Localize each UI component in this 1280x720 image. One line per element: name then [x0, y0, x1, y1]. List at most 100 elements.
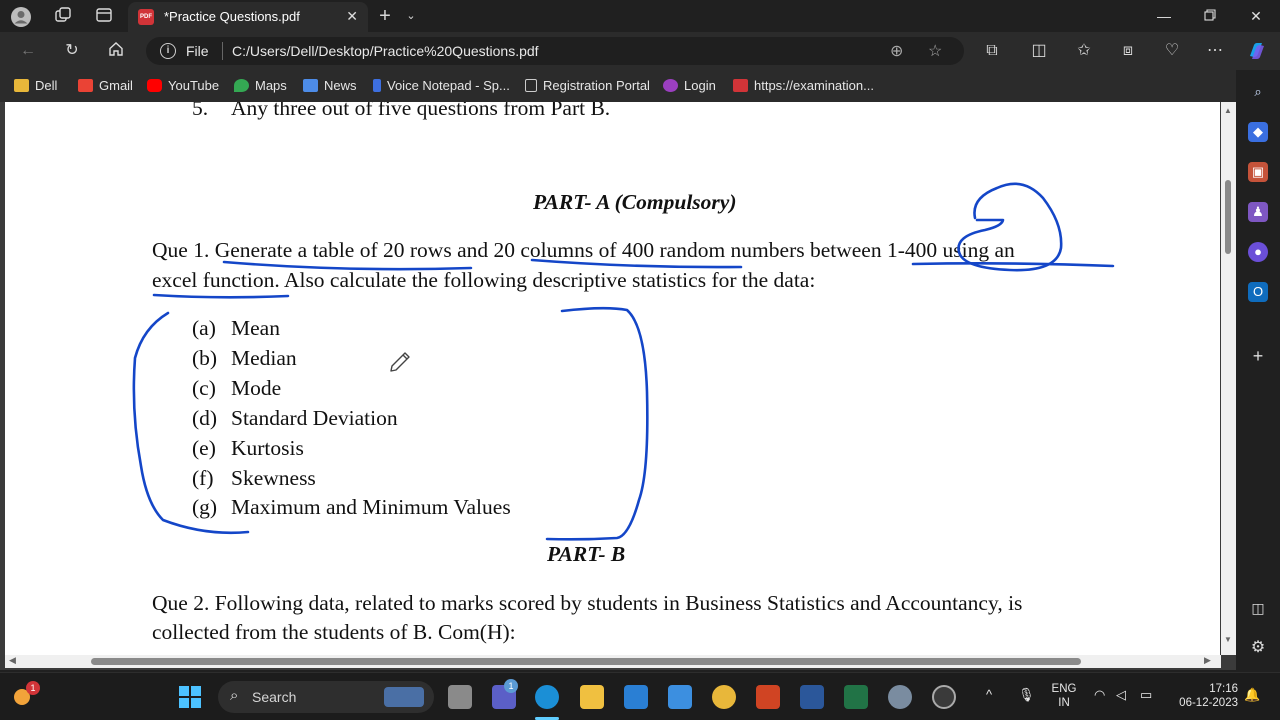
bookmark-news[interactable]: News [303, 78, 357, 94]
start-windows-icon[interactable] [178, 685, 202, 709]
scroll-right-icon[interactable]: ▶ [1204, 655, 1211, 666]
minimize-icon[interactable]: — [1144, 5, 1184, 27]
horizontal-scroll-thumb[interactable] [91, 658, 1081, 665]
horizontal-scrollbar[interactable]: ◀ ▶ [5, 655, 1221, 668]
volume-icon[interactable]: ◁ [1116, 688, 1126, 702]
excel-icon[interactable] [844, 685, 868, 709]
copilot-icon[interactable] [1245, 40, 1269, 62]
teams-icon[interactable]: 1 [492, 679, 518, 709]
favorite-star-icon[interactable]: ☆ [928, 41, 942, 61]
settings-more-icon[interactable]: ⋯ [1203, 40, 1227, 62]
bookmark-gmail[interactable]: Gmail [78, 78, 133, 94]
mail-icon[interactable] [624, 685, 648, 709]
login-icon [663, 79, 678, 92]
bookmark-label: Gmail [99, 78, 133, 93]
ink-underline-excel-function [152, 293, 290, 299]
tab-practice-questions[interactable]: PDF *Practice Questions.pdf ✕ [128, 2, 368, 32]
maps-icon [234, 79, 249, 92]
search-highlight-image [384, 687, 424, 707]
bookmark-youtube[interactable]: YouTube [147, 78, 219, 94]
youtube-icon [147, 79, 162, 92]
hide-sidebar-icon[interactable]: ◫ [1248, 598, 1268, 618]
site-info-icon[interactable]: i [160, 43, 176, 59]
address-url[interactable]: C:/Users/Dell/Desktop/Practice%20Questio… [232, 43, 539, 59]
scroll-up-icon[interactable]: ▲ [1224, 106, 1232, 115]
bookmark-registration-portal[interactable]: Registration Portal [525, 78, 650, 94]
split-screen-icon[interactable]: ◫ [1027, 40, 1051, 62]
examination-icon [733, 79, 748, 92]
pdf-viewport[interactable]: 5. Any three out of five questions from … [0, 102, 1236, 670]
chrome-icon[interactable] [712, 685, 736, 709]
ink-bracket-left [132, 311, 250, 535]
address-divider [222, 42, 223, 60]
tools-icon[interactable]: ▣ [1248, 162, 1268, 182]
language-indicator[interactable]: ENG IN [1044, 682, 1084, 710]
close-window-icon[interactable]: ✕ [1236, 5, 1276, 27]
calculator-icon[interactable] [668, 685, 692, 709]
collections-icon[interactable]: ⧈ [1116, 40, 1140, 62]
settings-gear-icon[interactable] [888, 685, 912, 709]
pen-cursor-icon [390, 352, 410, 372]
bookmark-label: Registration Portal [543, 78, 650, 93]
extensions-icon[interactable]: ⧉ [980, 40, 1004, 62]
weather-widget-icon[interactable]: 1 [10, 681, 40, 709]
wifi-icon[interactable]: ◠ [1094, 688, 1105, 702]
copilot-sidebar-icon[interactable]: ◆ [1248, 122, 1268, 142]
back-icon[interactable]: ← [16, 40, 40, 62]
add-sidebar-app-icon[interactable]: + [1248, 346, 1268, 366]
bookmark-voice-notepad[interactable]: Voice Notepad - Sp... [373, 78, 510, 94]
time: 17:16 [1209, 683, 1238, 695]
microphone-icon[interactable]: 🎙 [1018, 688, 1035, 702]
vertical-scroll-thumb[interactable] [1225, 180, 1231, 254]
sidebar-settings-gear-icon[interactable]: ⚙ [1248, 638, 1268, 658]
zoom-icon[interactable]: ⊕ [890, 41, 903, 61]
bookmark-examination[interactable]: https://examination... [733, 78, 874, 94]
search-icon[interactable]: ⌕ [1248, 82, 1268, 102]
notification-bell-icon[interactable]: 🔔 [1244, 688, 1260, 702]
bookmark-label: YouTube [168, 78, 220, 93]
new-tab-icon[interactable]: + [374, 6, 396, 26]
bookmark-login[interactable]: Login [663, 78, 716, 94]
navigation-bar: ← ↻ i File C:/Users/Dell/Desktop/Practic… [0, 32, 1280, 70]
pdf-page: 5. Any three out of five questions from … [5, 102, 1220, 657]
outlook-icon[interactable]: O [1248, 282, 1268, 302]
edge-icon[interactable] [535, 685, 559, 709]
ink-annotations [132, 182, 1115, 541]
ink-underline-20-columns [530, 258, 743, 269]
tab-actions-icon[interactable] [93, 6, 115, 26]
show-hidden-icons-chevron-icon[interactable]: ^ [986, 688, 992, 702]
restore-icon[interactable] [1190, 5, 1230, 27]
page-icon [525, 79, 537, 92]
word-icon[interactable] [800, 685, 824, 709]
language-code: ENG [1051, 683, 1077, 695]
favorites-icon[interactable]: ✩ [1072, 40, 1096, 62]
title-bar: PDF *Practice Questions.pdf ✕ + ⌄ — ✕ [0, 0, 1280, 32]
address-bar[interactable]: i File C:/Users/Dell/Desktop/Practice%20… [146, 37, 964, 65]
taskbar: 1 ⌕ Search 1 ^ 🎙 ENG IN ◠ ◁ ▭ 17:16 06-1… [0, 672, 1280, 720]
tab-list-chevron-icon[interactable]: ⌄ [400, 6, 422, 26]
bookmark-dell[interactable]: Dell [14, 78, 57, 94]
workspaces-icon[interactable] [52, 6, 74, 26]
task-view-icon[interactable] [448, 685, 472, 709]
scroll-left-icon[interactable]: ◀ [9, 655, 16, 666]
search-label: Search [252, 689, 297, 705]
address-scheme-label: File [186, 43, 209, 59]
office-icon[interactable]: ● [1248, 242, 1268, 262]
folder-icon [14, 79, 29, 92]
clock[interactable]: 17:16 06-12-2023 [1166, 682, 1238, 710]
browser-essentials-icon[interactable]: ♡ [1160, 40, 1184, 62]
games-icon[interactable]: ♟ [1248, 202, 1268, 222]
file-explorer-icon[interactable] [580, 685, 604, 709]
scroll-down-icon[interactable]: ▼ [1224, 635, 1232, 644]
taskbar-search-box[interactable]: ⌕ Search [218, 681, 434, 713]
tab-close-icon[interactable]: ✕ [346, 8, 358, 25]
powerpoint-icon[interactable] [756, 685, 780, 709]
refresh-icon[interactable]: ↻ [60, 40, 84, 62]
recorder-icon[interactable] [932, 685, 956, 709]
profile-avatar-icon[interactable] [10, 6, 32, 27]
vertical-scrollbar[interactable]: ▲ ▼ [1221, 102, 1236, 655]
battery-icon[interactable]: ▭ [1140, 688, 1152, 702]
search-icon: ⌕ [230, 687, 239, 704]
home-icon[interactable] [104, 40, 128, 62]
bookmark-maps[interactable]: Maps [234, 78, 287, 94]
